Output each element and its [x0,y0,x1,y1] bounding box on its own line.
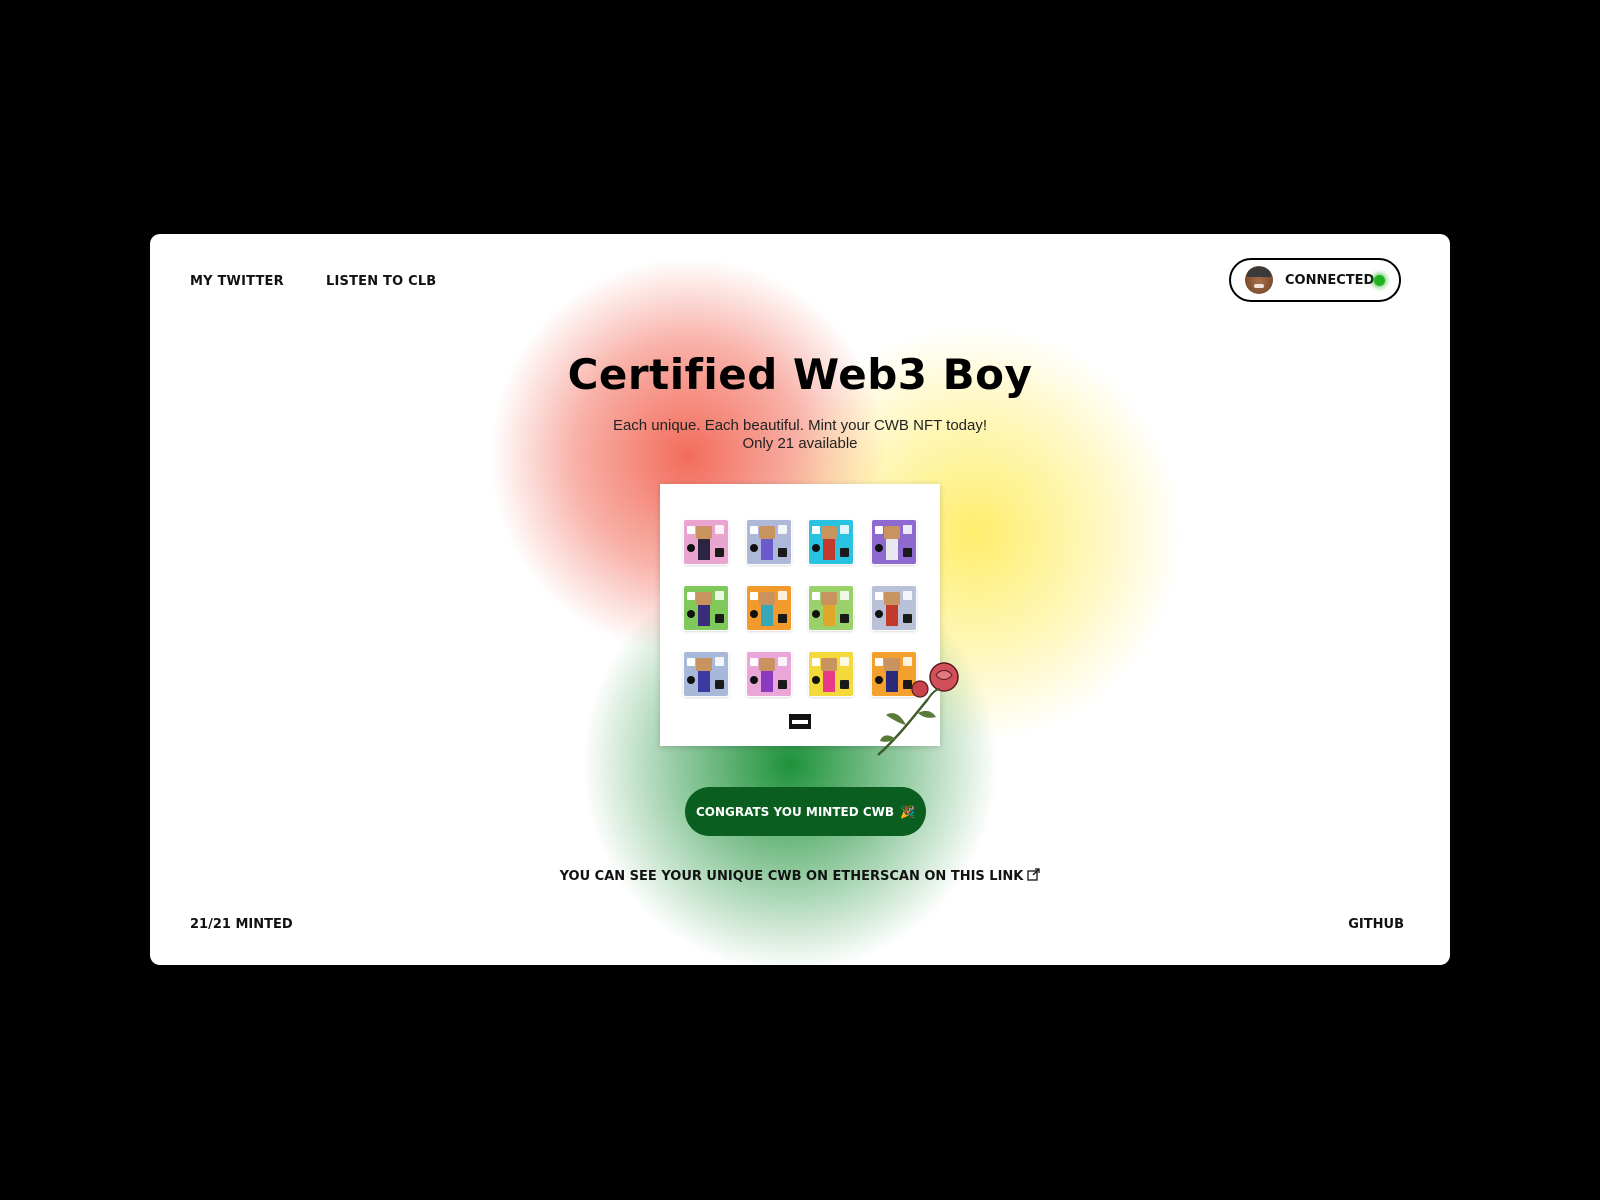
external-link-icon [1027,868,1041,885]
nft-badge-icon [715,680,724,689]
nft-badge-icon [777,614,787,623]
nft-badge-icon [687,610,695,618]
nft-character-head [758,592,775,605]
listen-to-clb-link[interactable]: LISTEN TO CLB [326,274,436,289]
nft-character-head [821,592,837,605]
nft-tile [746,586,791,630]
nft-badge-icon [777,525,787,534]
nft-badge-icon [777,680,787,689]
nft-badge-icon [840,657,849,666]
nft-character-head [758,526,775,539]
minted-count: 21/21 MINTED [190,917,293,932]
nft-badge-icon [715,591,724,600]
rose-icon [877,662,959,756]
nft-badge-icon [687,526,695,534]
nft-badge-icon [812,676,820,684]
nft-badge-icon [840,525,849,534]
nft-character-head [696,526,712,539]
nft-badge-icon [715,525,724,534]
nft-badge-icon [777,657,787,666]
nft-badge-icon [715,614,724,623]
nft-badge-icon [749,592,758,600]
page-subtitle: Each unique. Each beautiful. Mint your C… [150,417,1450,453]
nft-tile [809,520,853,564]
availability-line: Only 21 available [742,435,858,452]
nft-badge-icon [874,592,883,600]
nft-tile [871,520,916,564]
nft-badge-icon [840,591,849,600]
etherscan-link-text: YOU CAN SEE YOUR UNIQUE CWB ON ETHERSCAN… [559,869,1024,884]
nft-badge-icon [812,544,820,552]
nft-badge-icon [777,548,787,557]
nft-tile [684,520,728,564]
nft-badge-icon [749,676,758,684]
nft-badge-icon [749,526,758,534]
nft-badge-icon [874,610,883,618]
avatar [1245,266,1273,294]
nft-badge-icon [902,614,912,623]
nft-tile [809,586,853,630]
nft-badge-icon [749,610,758,618]
nft-badge-icon [715,548,724,557]
nft-badge-icon [812,610,820,618]
nft-badge-icon [812,526,820,534]
nft-tile [684,652,728,696]
nft-badge-icon [812,592,820,600]
nft-badge-icon [902,525,912,534]
nft-character-head [821,526,837,539]
nft-tile [746,520,791,564]
nft-badge-icon [777,591,787,600]
nft-character-head [883,592,900,605]
nft-badge-icon [840,680,849,689]
nft-badge-icon [840,548,849,557]
wallet-connected-button[interactable]: CONNECTED [1229,258,1401,302]
nft-badge-icon [715,657,724,666]
wallet-status-label: CONNECTED [1285,272,1375,288]
nft-tile [746,652,791,696]
nft-badge-icon [687,676,695,684]
nft-badge-icon [902,548,912,557]
nft-character-head [696,592,712,605]
nft-badge-icon [812,658,820,666]
nft-badge-icon [749,658,758,666]
nft-badge-icon [874,526,883,534]
etherscan-link[interactable]: YOU CAN SEE YOUR UNIQUE CWB ON ETHERSCAN… [150,868,1450,885]
nft-character-head [696,658,712,671]
nft-tile [871,586,916,630]
nft-badge-icon [840,614,849,623]
mint-button-label: CONGRATS YOU MINTED CWB [696,804,895,819]
nft-badge-icon [874,544,883,552]
nft-badge-icon [687,544,695,552]
nft-tile [809,652,853,696]
subtitle-line: Each unique. Each beautiful. Mint your C… [612,417,988,434]
nft-character-head [758,658,775,671]
nft-character-head [883,526,900,539]
parental-advisory-icon [789,714,811,729]
main-card: MY TWITTER LISTEN TO CLB CONNECTED Certi… [150,234,1450,965]
minted-congrats-button[interactable]: CONGRATS YOU MINTED CWB 🎉 [685,787,926,836]
my-twitter-link[interactable]: MY TWITTER [190,274,284,289]
party-popper-icon: 🎉 [900,804,915,819]
nft-character-head [821,658,837,671]
nft-badge-icon [687,592,695,600]
github-link[interactable]: GITHUB [1348,917,1404,932]
nft-badge-icon [902,591,912,600]
nft-badge-icon [687,658,695,666]
nft-tile [684,586,728,630]
page-title: Certified Web3 Boy [567,350,1033,399]
nft-badge-icon [749,544,758,552]
connection-status-dot-icon [1374,275,1385,286]
